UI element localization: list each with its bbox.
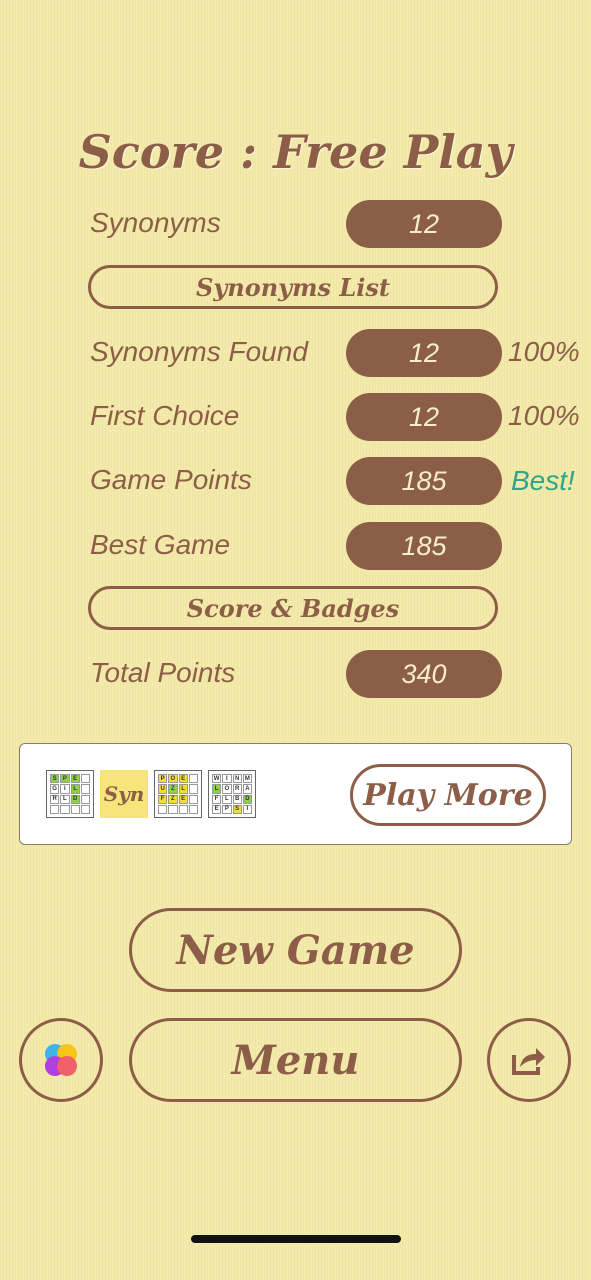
promo-banner[interactable]: SPEGILRLD Syn POEUZLFZE WINMLORAFLBDEPSI… <box>19 743 572 845</box>
thumb-cell <box>80 774 90 784</box>
share-button[interactable] <box>487 1018 571 1102</box>
thumb-cell <box>188 784 198 794</box>
thumb-cell: I <box>60 784 70 794</box>
thumb-cell: P <box>222 804 232 814</box>
thumb-cell: E <box>212 804 222 814</box>
best-game-label: Best Game <box>90 529 231 560</box>
synonyms-found-percent: 100% <box>508 336 580 367</box>
thumb-cell <box>158 804 168 814</box>
thumb-cell: F <box>158 794 168 804</box>
thumb-cell <box>60 804 70 814</box>
new-game-button[interactable]: New Game <box>129 908 462 992</box>
total-points-value: 340 <box>346 650 502 698</box>
game-center-button[interactable] <box>19 1018 103 1102</box>
thumb-cell: W <box>212 774 222 784</box>
thumb-cell: Z <box>168 784 178 794</box>
thumb-cell <box>188 804 198 814</box>
thumb-cell: O <box>168 774 178 784</box>
thumb-cell <box>70 804 80 814</box>
synonyms-list-button[interactable]: Synonyms List <box>88 265 498 309</box>
thumb-cell: I <box>242 804 252 814</box>
synonyms-found-value: 12 <box>346 329 502 377</box>
play-more-button[interactable]: Play More <box>350 764 546 826</box>
first-choice-label: First Choice <box>90 400 240 431</box>
thumb-cell: R <box>50 794 60 804</box>
thumb-cell <box>188 774 198 784</box>
best-badge: Best! <box>511 465 575 496</box>
thumb-cell: M <box>242 774 252 784</box>
game-thumb-synonyms[interactable]: Syn <box>100 770 148 818</box>
thumb-cell <box>178 804 188 814</box>
home-indicator <box>191 1235 401 1243</box>
thumb-cell: L <box>212 784 222 794</box>
thumb-cell: P <box>158 774 168 784</box>
thumb-cell: Z <box>168 794 178 804</box>
share-icon <box>512 1048 545 1075</box>
synonyms-value: 12 <box>346 200 502 248</box>
thumb-cell: N <box>232 774 242 784</box>
thumb-cell: S <box>232 804 242 814</box>
thumb-cell: L <box>70 784 80 794</box>
thumb-cell: L <box>60 794 70 804</box>
game-points-value: 185 <box>346 457 502 505</box>
first-choice-percent: 100% <box>508 400 580 431</box>
thumb-cell: R <box>232 784 242 794</box>
thumb-cell <box>188 794 198 804</box>
thumb-cell: E <box>178 794 188 804</box>
game-thumb-puzzle[interactable]: POEUZLFZE <box>154 770 202 818</box>
thumb-cell: E <box>178 774 188 784</box>
menu-button[interactable]: Menu <box>129 1018 462 1102</box>
thumb-cell <box>80 784 90 794</box>
thumb-cell: B <box>232 794 242 804</box>
page-title: Score : Free Play <box>78 125 513 179</box>
game-center-icon <box>45 1044 77 1076</box>
thumb-cell: S <box>50 774 60 784</box>
thumb-cell: E <box>70 774 80 784</box>
thumb-cell: D <box>70 794 80 804</box>
synonyms-label: Synonyms <box>90 207 221 238</box>
thumb-cell: L <box>222 794 232 804</box>
thumb-cell: U <box>158 784 168 794</box>
thumb-cell <box>168 804 178 814</box>
game-thumb-spelld[interactable]: SPEGILRLD <box>46 770 94 818</box>
thumb-cell: P <box>60 774 70 784</box>
thumb-cell: O <box>222 784 232 794</box>
game-thumb-wordgrid[interactable]: WINMLORAFLBDEPSI <box>208 770 256 818</box>
thumb-cell: F <box>212 794 222 804</box>
total-points-label: Total Points <box>90 657 236 688</box>
game-points-label: Game Points <box>90 464 252 495</box>
thumb-cell <box>80 804 90 814</box>
score-badges-button[interactable]: Score & Badges <box>88 586 498 630</box>
best-game-value: 185 <box>346 522 502 570</box>
thumb-cell <box>50 804 60 814</box>
thumb-cell <box>80 794 90 804</box>
synonyms-found-label: Synonyms Found <box>90 336 308 367</box>
thumb-cell: D <box>242 794 252 804</box>
thumb-cell: A <box>242 784 252 794</box>
thumb-cell: G <box>50 784 60 794</box>
thumb-cell: I <box>222 774 232 784</box>
thumb-cell: L <box>178 784 188 794</box>
first-choice-value: 12 <box>346 393 502 441</box>
